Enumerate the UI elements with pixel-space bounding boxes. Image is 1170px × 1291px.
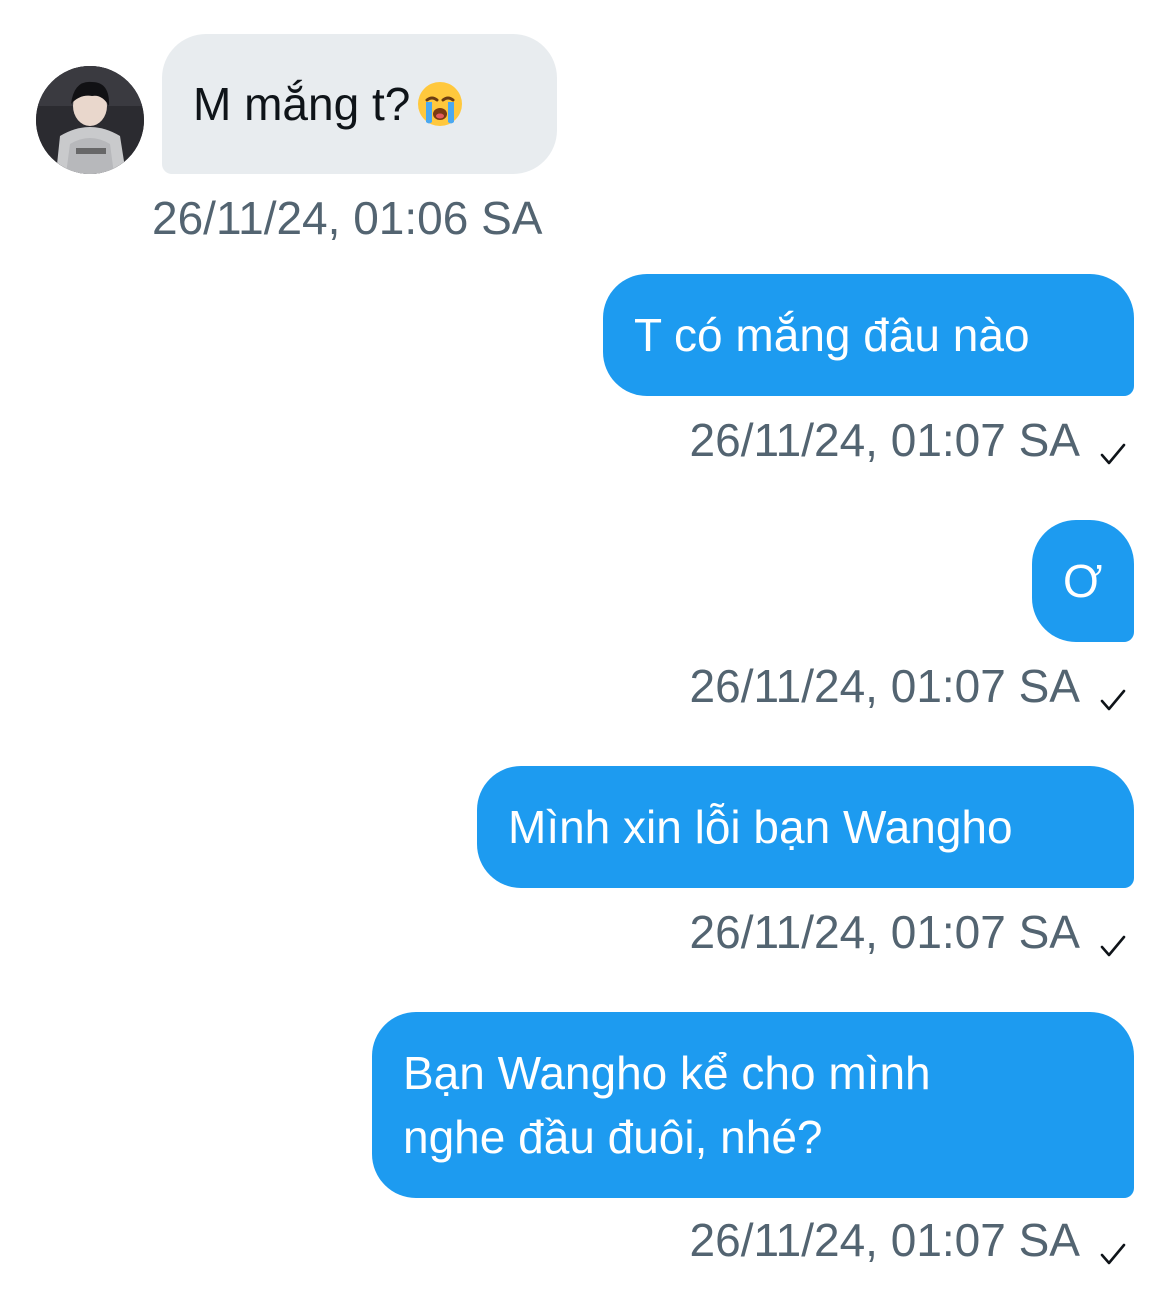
message-text: Ơ xyxy=(1063,555,1103,607)
timestamp-text: 26/11/24, 01:07 SA xyxy=(689,414,1080,466)
avatar[interactable] xyxy=(36,66,144,174)
outgoing-timestamp: 26/11/24, 01:07 SA xyxy=(690,904,1128,960)
outgoing-timestamp: 26/11/24, 01:07 SA xyxy=(690,658,1128,714)
outgoing-message-bubble[interactable]: Bạn Wangho kể cho mình nghe đầu đuôi, nh… xyxy=(372,1012,1134,1198)
outgoing-timestamp: 26/11/24, 01:07 SA xyxy=(690,412,1128,468)
message-text: M mắng t? xyxy=(193,78,411,130)
outgoing-message-bubble[interactable]: Mình xin lỗi bạn Wangho xyxy=(477,766,1134,888)
check-icon xyxy=(1098,917,1128,957)
outgoing-message-bubble[interactable]: T có mắng đâu nào xyxy=(603,274,1134,396)
check-icon xyxy=(1098,1225,1128,1265)
message-text: T có mắng đâu nào xyxy=(634,309,1030,361)
timestamp-text: 26/11/24, 01:06 SA xyxy=(152,192,543,244)
avatar-image xyxy=(36,66,144,174)
loudly-crying-face-icon xyxy=(416,80,464,128)
outgoing-message-bubble[interactable]: Ơ xyxy=(1032,520,1134,642)
timestamp-text: 26/11/24, 01:07 SA xyxy=(689,1214,1080,1266)
check-icon xyxy=(1098,671,1128,711)
message-text: Mình xin lỗi bạn Wangho xyxy=(508,801,1013,853)
timestamp-text: 26/11/24, 01:07 SA xyxy=(689,906,1080,958)
outgoing-timestamp: 26/11/24, 01:07 SA xyxy=(690,1212,1128,1268)
message-text-line: Bạn Wangho kể cho mình xyxy=(403,1047,931,1099)
timestamp-text: 26/11/24, 01:07 SA xyxy=(689,660,1080,712)
message-text-line: nghe đầu đuôi, nhé? xyxy=(403,1111,823,1163)
incoming-message-bubble[interactable]: M mắng t? xyxy=(162,34,557,174)
check-icon xyxy=(1098,425,1128,465)
incoming-timestamp: 26/11/24, 01:06 SA xyxy=(152,190,542,246)
